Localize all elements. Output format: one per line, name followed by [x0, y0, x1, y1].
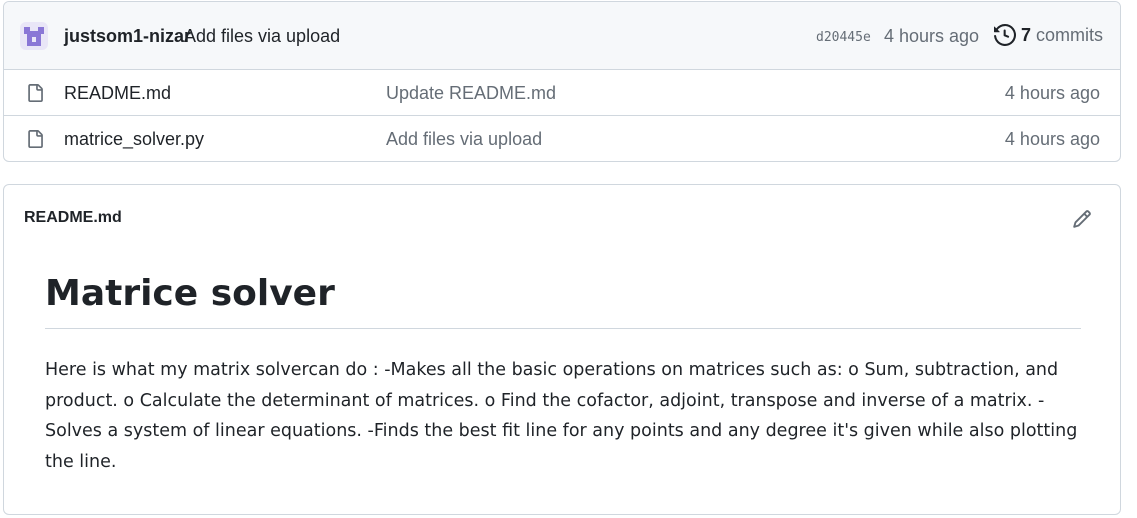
file-time: 4 hours ago	[1004, 83, 1100, 103]
readme-heading: Matrice solver	[45, 273, 1081, 329]
file-icon	[28, 84, 43, 102]
pencil-icon[interactable]	[1072, 209, 1092, 229]
commit-message-link[interactable]: Add files via upload	[184, 26, 340, 47]
avatar[interactable]	[20, 22, 48, 50]
readme-body: Here is what my matrix solvercan do : -M…	[45, 360, 1078, 472]
file-row[interactable]: README.md Update README.md 4 hours ago	[4, 70, 1120, 116]
file-browser: justsom1-nizar Add files via upload d204…	[3, 1, 1121, 162]
commit-author-link[interactable]: justsom1-nizar	[64, 26, 191, 47]
history-icon	[994, 24, 1016, 46]
file-commit-message-link[interactable]: Update README.md	[386, 83, 556, 104]
commits-label: commits	[1036, 24, 1104, 45]
file-commit-message-link[interactable]: Add files via upload	[386, 129, 542, 150]
file-row[interactable]: matrice_solver.py Add files via upload 4…	[4, 116, 1120, 161]
commit-sha-link[interactable]: d20445e	[816, 30, 871, 45]
latest-commit-bar: justsom1-nizar Add files via upload d204…	[4, 2, 1120, 70]
commits-count: 7	[1021, 24, 1032, 45]
file-icon	[28, 130, 43, 148]
file-time: 4 hours ago	[1004, 129, 1100, 149]
readme-filename[interactable]: README.md	[24, 209, 122, 227]
commits-history-link[interactable]: 7 commits	[994, 24, 1103, 46]
file-name-link[interactable]: matrice_solver.py	[64, 129, 204, 150]
readme-panel: README.md Matrice solver Here is what my…	[3, 184, 1121, 515]
file-name-link[interactable]: README.md	[64, 83, 171, 104]
commit-time: 4 hours ago	[884, 26, 980, 46]
